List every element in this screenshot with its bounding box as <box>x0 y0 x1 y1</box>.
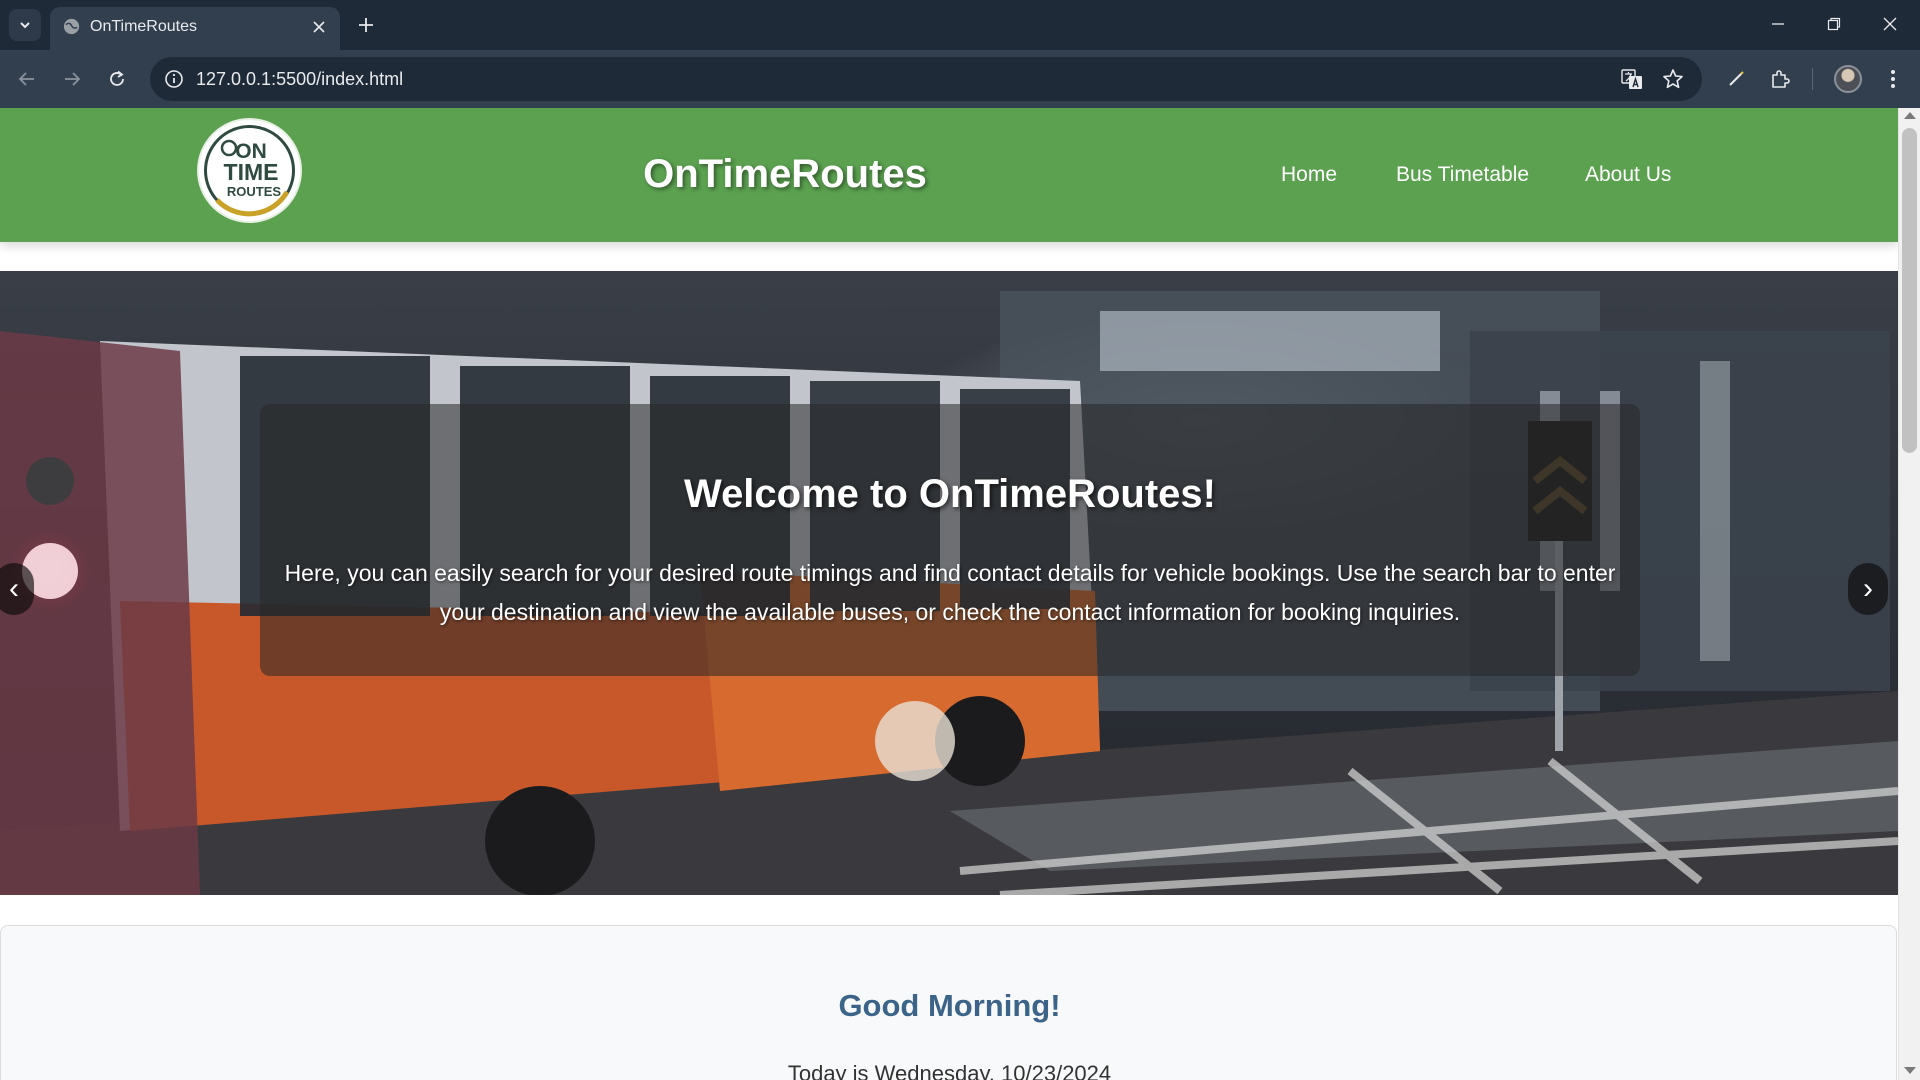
hero-description: Here, you can easily search for your des… <box>284 560 1616 625</box>
tab-close-button[interactable] <box>308 16 330 38</box>
site-logo[interactable]: ON TIME ROUTES <box>199 120 300 221</box>
page-viewport: ON TIME ROUTES OnTimeRoutes Home Bus Tim… <box>0 108 1898 1080</box>
arrow-right-icon <box>65 72 81 86</box>
hero-caption-box: Welcome to OnTimeRoutes! Here, you can e… <box>260 404 1640 676</box>
chevron-right-icon: › <box>1863 572 1873 605</box>
translate-icon <box>1621 69 1642 89</box>
restore-button[interactable] <box>1806 0 1862 48</box>
minimize-icon <box>1772 23 1784 25</box>
nav-link-bus-timetable[interactable]: Bus Timetable <box>1396 163 1529 187</box>
nav-link-home[interactable]: Home <box>1281 163 1337 187</box>
site-brand-title: OnTimeRoutes <box>643 152 927 196</box>
profile-avatar[interactable] <box>1834 65 1862 93</box>
pen-extension-button[interactable] <box>1720 63 1752 95</box>
logo-word-routes: ROUTES <box>227 184 282 199</box>
reload-icon <box>110 70 124 86</box>
browser-tab-active[interactable]: OnTimeRoutes <box>50 7 340 50</box>
browser-menu-button[interactable] <box>1877 63 1909 95</box>
greeting-date: Today is Wednesday, 10/23/2024 <box>787 1061 1112 1080</box>
tab-search-button[interactable] <box>9 9 41 41</box>
window-close-button[interactable] <box>1862 0 1918 48</box>
plus-icon <box>359 18 373 32</box>
url-text: 127.0.0.1:5500/index.html <box>196 69 404 89</box>
bookmark-button[interactable] <box>1659 65 1687 93</box>
forward-button[interactable] <box>54 61 90 97</box>
site-info-button[interactable] <box>160 65 188 93</box>
puzzle-icon <box>1772 70 1790 88</box>
restore-icon <box>1827 17 1841 31</box>
close-icon <box>1883 17 1897 31</box>
browser-toolbar: 127.0.0.1:5500/index.html <box>0 50 1920 108</box>
greeting-card: Good Morning! Today is Wednesday, 10/23/… <box>0 925 1897 1080</box>
hero-carousel: Welcome to OnTimeRoutes! Here, you can e… <box>0 271 1898 895</box>
globe-icon <box>63 18 80 35</box>
more-vert-icon <box>1891 70 1895 88</box>
pen-icon <box>1729 71 1744 86</box>
back-button[interactable] <box>9 61 45 97</box>
close-icon <box>313 21 325 33</box>
browser-tab-strip: OnTimeRoutes <box>0 0 1920 50</box>
new-tab-button[interactable] <box>352 11 380 39</box>
extensions-button[interactable] <box>1765 63 1797 95</box>
toolbar-separator <box>1812 68 1813 90</box>
carousel-next-button[interactable]: › <box>1848 563 1888 615</box>
arrow-left-icon <box>18 72 34 86</box>
minimize-button[interactable] <box>1750 0 1806 48</box>
scrollbar-thumb[interactable] <box>1902 128 1917 453</box>
reload-button[interactable] <box>99 61 135 97</box>
scroll-down-arrow-icon[interactable] <box>1904 1067 1916 1074</box>
logo-image: ON TIME ROUTES <box>204 125 295 217</box>
hero-title: Welcome to OnTimeRoutes! <box>684 472 1216 516</box>
scroll-up-arrow-icon[interactable] <box>1904 112 1916 119</box>
info-icon <box>165 70 183 88</box>
page-scrollbar[interactable] <box>1898 108 1920 1080</box>
star-icon <box>1663 69 1683 89</box>
logo-word-time: TIME <box>224 159 279 185</box>
translate-button[interactable] <box>1618 65 1646 93</box>
chevron-left-icon: ‹ <box>9 572 19 605</box>
greeting-title: Good Morning! <box>838 988 1061 1023</box>
carousel-prev-button[interactable]: ‹ <box>0 563 34 615</box>
address-bar[interactable]: 127.0.0.1:5500/index.html <box>150 57 1702 101</box>
tab-title: OnTimeRoutes <box>90 18 197 35</box>
chevron-down-icon <box>20 22 30 29</box>
nav-link-about-us[interactable]: About Us <box>1585 163 1671 187</box>
site-header: ON TIME ROUTES OnTimeRoutes Home Bus Tim… <box>0 108 1898 242</box>
